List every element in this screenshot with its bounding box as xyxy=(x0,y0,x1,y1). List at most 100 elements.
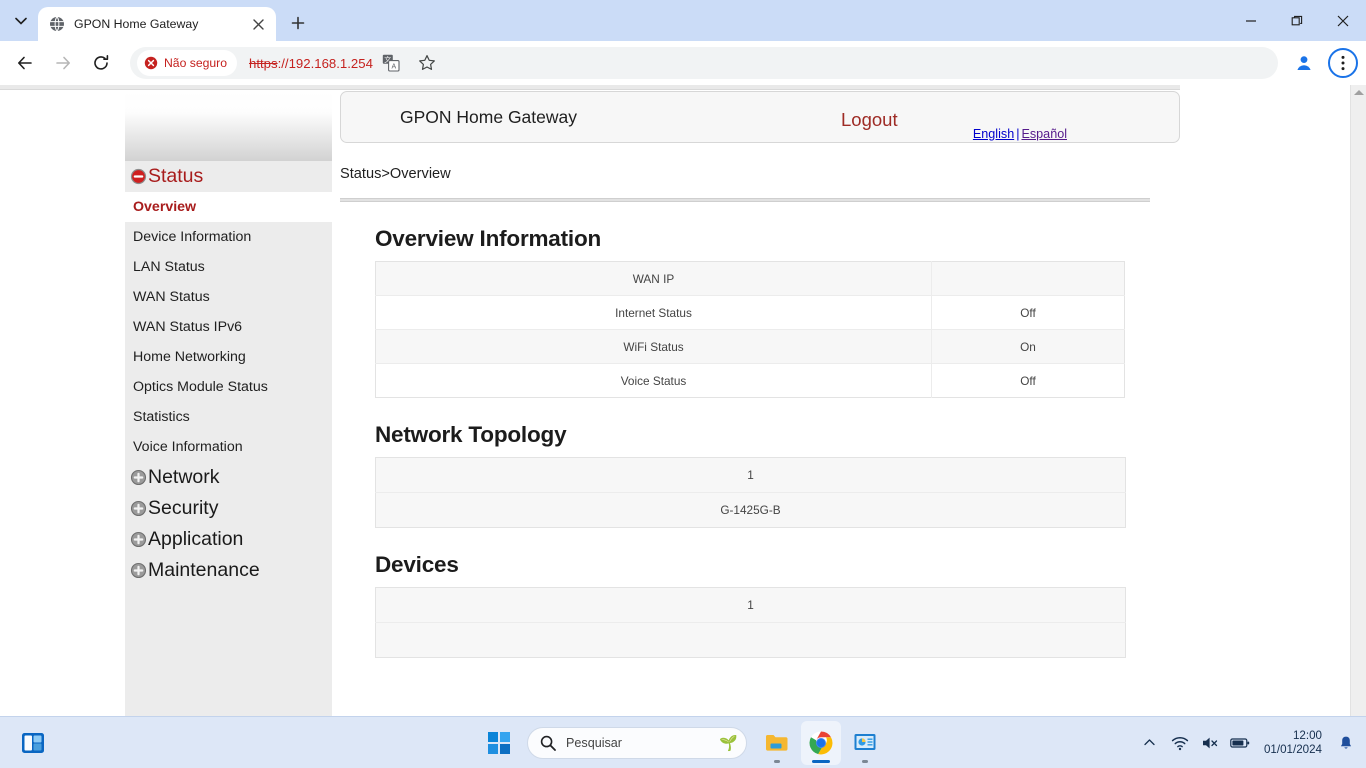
url-host: ://192.168.1.254 xyxy=(277,55,373,71)
sidebar-group-label: Security xyxy=(148,496,219,519)
plus-circle-icon[interactable] xyxy=(130,531,147,548)
sidebar-item-overview[interactable]: Overview xyxy=(125,192,332,222)
volume-muted-icon[interactable] xyxy=(1198,731,1222,755)
new-tab-icon[interactable] xyxy=(284,9,312,37)
url-text[interactable]: https://192.168.1.254 xyxy=(249,56,373,71)
widgets-icon[interactable] xyxy=(16,726,50,760)
row-value: Off xyxy=(931,295,1125,330)
tray-expand-chevron-icon[interactable] xyxy=(1138,731,1162,755)
sidebar-item-lan-status[interactable]: LAN Status xyxy=(125,252,332,282)
sidebar-group-application[interactable]: Application xyxy=(125,524,332,555)
language-espanol-link[interactable]: Español xyxy=(1021,127,1067,141)
header-divider xyxy=(340,198,1150,202)
start-icon[interactable] xyxy=(481,723,517,763)
taskbar-app-file-explorer[interactable] xyxy=(757,721,797,765)
scroll-up-arrow-icon[interactable] xyxy=(1354,90,1364,95)
sidebar-group-label: Network xyxy=(148,465,220,488)
tab-title: GPON Home Gateway xyxy=(74,17,199,31)
logout-button[interactable]: Logout xyxy=(841,109,898,131)
section-title: Overview Information xyxy=(375,226,602,251)
sidebar-item-label: Home Networking xyxy=(133,349,246,365)
sidebar-item-wan-status[interactable]: WAN Status xyxy=(125,282,332,312)
sidebar-group-label: Maintenance xyxy=(148,558,260,581)
row-value xyxy=(931,261,1125,296)
sidebar-navigation: Status Overview Device Information LAN S… xyxy=(125,91,332,716)
app-active-indicator xyxy=(812,759,830,763)
row-label: WAN IP xyxy=(375,261,932,296)
sidebar-item-label: WAN Status xyxy=(133,289,210,305)
bookmark-star-icon[interactable] xyxy=(411,47,443,79)
sidebar-group-network[interactable]: Network xyxy=(125,462,332,493)
overview-information-table: WAN IP Internet Status Off WiFi Status O… xyxy=(375,261,1125,398)
plus-circle-icon[interactable] xyxy=(130,469,147,486)
sidebar-item-home-networking[interactable]: Home Networking xyxy=(125,342,332,372)
sidebar-item-voice-information[interactable]: Voice Information xyxy=(125,432,332,462)
bell-icon[interactable] xyxy=(1334,731,1358,755)
sidebar-group-label: Application xyxy=(148,527,244,550)
section-devices: Devices 1 xyxy=(375,552,1126,658)
sidebar-item-wan-status-ipv6[interactable]: WAN Status IPv6 xyxy=(125,312,332,342)
row-label: Internet Status xyxy=(375,295,932,330)
sidebar-group-status[interactable]: Status xyxy=(125,161,332,192)
sidebar-item-device-information[interactable]: Device Information xyxy=(125,222,332,252)
address-bar[interactable]: Não seguro https://192.168.1.254 文 A xyxy=(130,47,1278,79)
table-row: 1 xyxy=(375,587,1126,623)
back-icon[interactable] xyxy=(9,47,41,79)
minus-circle-icon[interactable] xyxy=(130,168,147,185)
plus-circle-icon[interactable] xyxy=(130,500,147,517)
not-secure-icon xyxy=(144,56,158,70)
window-close-icon[interactable] xyxy=(1320,0,1366,41)
close-icon[interactable] xyxy=(248,14,268,34)
window-controls xyxy=(1228,0,1366,41)
tab-search-icon[interactable] xyxy=(6,6,36,36)
sidebar-item-label: Voice Information xyxy=(133,439,243,455)
devices-table: 1 xyxy=(375,587,1126,658)
section-overview-information: Overview Information WAN IP Internet Sta… xyxy=(375,226,1125,398)
router-admin-page: Status Overview Device Information LAN S… xyxy=(0,85,1350,716)
sidebar-item-optics-module-status[interactable]: Optics Module Status xyxy=(125,372,332,402)
page-scrollbar[interactable] xyxy=(1350,85,1366,716)
taskbar-app-google-chrome[interactable] xyxy=(801,720,841,765)
system-tray: 12:00 01/01/2024 xyxy=(1138,729,1358,757)
reload-icon[interactable] xyxy=(85,47,117,79)
sidebar-item-statistics[interactable]: Statistics xyxy=(125,402,332,432)
translate-icon[interactable]: 文 A xyxy=(375,47,407,79)
forward-icon[interactable] xyxy=(47,47,79,79)
search-input[interactable]: Pesquisar 🌱 xyxy=(527,726,747,759)
browser-tab[interactable]: GPON Home Gateway xyxy=(38,7,276,41)
browser-window: GPON Home Gateway Não seguro https://192… xyxy=(0,0,1366,716)
security-status-label: Não seguro xyxy=(164,56,228,70)
language-english-link[interactable]: English xyxy=(973,127,1014,141)
chrome-menu-icon[interactable] xyxy=(1328,48,1358,78)
maximize-icon[interactable] xyxy=(1274,0,1320,41)
clock-date: 01/01/2024 xyxy=(1263,742,1322,756)
page-title: GPON Home Gateway xyxy=(400,106,577,127)
sidebar-group-security[interactable]: Security xyxy=(125,493,332,524)
taskbar-clock[interactable]: 12:00 01/01/2024 xyxy=(1258,729,1328,757)
sidebar-group-label: Status xyxy=(148,164,204,187)
battery-icon[interactable] xyxy=(1228,731,1252,755)
page-viewport: Status Overview Device Information LAN S… xyxy=(0,85,1366,716)
minimize-icon[interactable] xyxy=(1228,0,1274,41)
row-value: Off xyxy=(931,363,1125,398)
sidebar-item-label: WAN Status IPv6 xyxy=(133,319,243,335)
search-placeholder: Pesquisar xyxy=(566,735,623,750)
table-row: Voice Status Off xyxy=(375,363,1125,398)
profile-icon[interactable] xyxy=(1288,47,1320,79)
app-running-indicator xyxy=(862,759,868,763)
seedling-icon: 🌱 xyxy=(719,734,738,752)
row-value: 1 xyxy=(375,457,1126,493)
svg-text:A: A xyxy=(391,64,396,71)
network-topology-table: 1 G-1425G-B xyxy=(375,457,1126,528)
security-status-badge[interactable]: Não seguro xyxy=(137,50,238,76)
plus-circle-icon[interactable] xyxy=(130,562,147,579)
sidebar-item-label: Device Information xyxy=(133,229,252,245)
section-network-topology: Network Topology 1 G-1425G-B xyxy=(375,422,1126,528)
page-top-strip xyxy=(0,85,1180,90)
table-row: 1 xyxy=(375,457,1126,493)
wifi-icon[interactable] xyxy=(1168,731,1192,755)
language-switcher: English | Español xyxy=(973,127,1067,141)
taskbar-app-presentation[interactable] xyxy=(845,721,885,765)
sidebar-group-maintenance[interactable]: Maintenance xyxy=(125,555,332,586)
globe-icon xyxy=(49,16,65,32)
